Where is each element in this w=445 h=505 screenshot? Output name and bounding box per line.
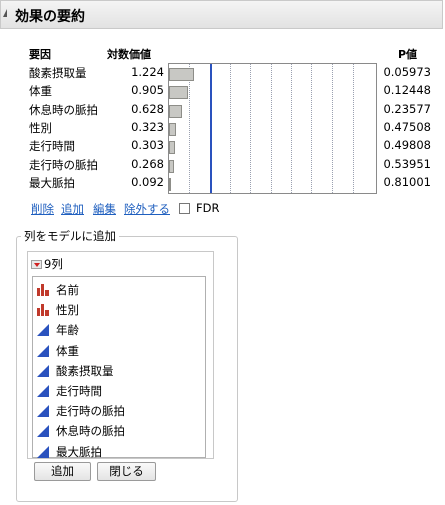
- column-name: 酸素摂取量: [56, 363, 114, 378]
- continuous-triangle-icon: [37, 344, 49, 357]
- column-name: 性別: [56, 303, 79, 318]
- column-list-item[interactable]: 走行時の脈拍: [36, 401, 125, 421]
- column-count-row[interactable]: 9列: [31, 256, 63, 272]
- logworth-value: 0.628: [131, 102, 164, 116]
- edit-link[interactable]: 編集: [93, 201, 116, 217]
- factor-name: 性別: [29, 121, 52, 135]
- logworth-bar: [169, 86, 188, 99]
- column-list-item[interactable]: 走行時間: [36, 381, 102, 401]
- section-title: 効果の要約: [15, 9, 85, 25]
- exclude-link[interactable]: 除外する: [124, 201, 170, 217]
- column-list-item[interactable]: 最大脈拍: [36, 442, 102, 462]
- nominal-bar-icon: [37, 304, 49, 317]
- logworth-bar-plot: [168, 63, 377, 194]
- column-name: 体重: [56, 343, 79, 358]
- remove-link[interactable]: 削除: [31, 201, 54, 217]
- fdr-label: FDR: [196, 201, 220, 215]
- factor-name: 酸素摂取量: [29, 66, 87, 80]
- column-list-item[interactable]: 酸素摂取量: [36, 361, 114, 381]
- significance-threshold-line: [210, 64, 212, 193]
- disclosure-triangle-icon[interactable]: [3, 9, 7, 17]
- factor-name: 休息時の脈拍: [29, 103, 98, 117]
- add-columns-title: 列をモデルに追加: [21, 228, 119, 244]
- add-link[interactable]: 追加: [61, 201, 84, 217]
- column-name: 最大脈拍: [56, 444, 102, 459]
- continuous-triangle-icon: [37, 324, 49, 337]
- logworth-bar: [169, 123, 176, 136]
- column-name: 走行時の脈拍: [56, 404, 125, 419]
- add-button[interactable]: 追加: [34, 462, 91, 481]
- factor-name: 最大脈拍: [29, 176, 75, 190]
- effect-summary-header[interactable]: 効果の要約: [0, 0, 443, 29]
- dropdown-triangle-icon[interactable]: [31, 260, 42, 269]
- logworth-value: 0.268: [131, 157, 164, 171]
- logworth-value: 0.323: [131, 120, 164, 134]
- column-name: 休息時の脈拍: [56, 424, 125, 439]
- fdr-checkbox[interactable]: [179, 203, 190, 214]
- column-list-item[interactable]: 休息時の脈拍: [36, 421, 125, 441]
- column-list-item[interactable]: 名前: [36, 280, 79, 300]
- continuous-triangle-icon: [37, 405, 49, 418]
- logworth-value: 0.905: [131, 83, 164, 97]
- logworth-bar: [169, 160, 174, 173]
- factor-header: 要因: [29, 48, 51, 61]
- logworth-bar: [169, 178, 171, 191]
- logworth-bar: [169, 141, 175, 154]
- column-list-item[interactable]: 年齢: [36, 320, 79, 340]
- continuous-triangle-icon: [37, 425, 49, 438]
- column-listbox[interactable]: 名前性別年齢体重酸素摂取量走行時間走行時の脈拍 休息時の脈拍 最大脈拍: [32, 276, 206, 459]
- nominal-bar-icon: [37, 284, 49, 296]
- continuous-triangle-icon: [37, 445, 49, 458]
- logworth-bar: [169, 68, 194, 81]
- logworth-value: 0.092: [131, 175, 164, 189]
- logworth-bar: [169, 105, 182, 118]
- factor-name: 体重: [29, 84, 52, 98]
- logworth-value: 0.303: [131, 138, 164, 152]
- column-count: 9列: [44, 257, 63, 271]
- logworth-value: 1.224: [131, 65, 164, 79]
- continuous-triangle-icon: [37, 385, 49, 397]
- column-list-item[interactable]: 性別: [36, 300, 79, 320]
- column-list-item[interactable]: 体重: [36, 341, 79, 361]
- factor-name: 走行時の脈拍: [29, 158, 98, 172]
- column-name: 名前: [56, 283, 79, 297]
- close-button[interactable]: 閉じる: [97, 462, 156, 481]
- continuous-triangle-icon: [37, 364, 49, 377]
- logworth-header: 対数価値: [107, 48, 151, 61]
- column-name: 走行時間: [56, 384, 102, 398]
- factor-name: 走行時間: [29, 139, 75, 153]
- column-name: 年齢: [56, 323, 79, 338]
- pvalue-header: P値: [398, 48, 418, 61]
